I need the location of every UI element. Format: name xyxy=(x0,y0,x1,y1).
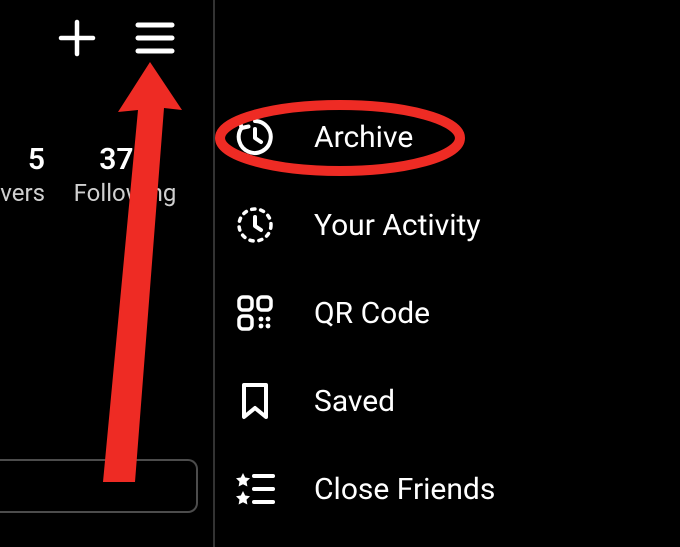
menu-item-saved[interactable]: Saved xyxy=(232,378,495,424)
edit-profile-button[interactable] xyxy=(0,459,198,513)
followers-label: vers xyxy=(0,179,45,207)
menu-item-archive[interactable]: Archive xyxy=(232,114,495,160)
menu-label: QR Code xyxy=(314,296,430,331)
following-stat[interactable]: 374 Following xyxy=(55,142,195,207)
vertical-divider xyxy=(213,0,215,547)
menu-label: Close Friends xyxy=(314,472,495,507)
menu-label: Saved xyxy=(314,384,395,419)
menu-item-activity[interactable]: Your Activity xyxy=(232,202,495,248)
menu-item-qrcode[interactable]: QR Code xyxy=(232,290,495,336)
profile-left-panel: 5 vers 374 Following xyxy=(0,0,213,547)
side-menu: Archive Your Activity QR Code xyxy=(232,114,495,512)
saved-icon xyxy=(232,378,278,424)
followers-count: 5 xyxy=(0,142,45,177)
header-icons xyxy=(57,18,175,58)
profile-stats: 5 vers 374 Following xyxy=(0,142,200,207)
following-count: 374 xyxy=(55,142,195,177)
activity-icon xyxy=(232,202,278,248)
qrcode-icon xyxy=(232,290,278,336)
archive-icon xyxy=(232,114,278,160)
following-label: Following xyxy=(55,179,195,207)
close-friends-icon xyxy=(232,466,278,512)
create-icon[interactable] xyxy=(57,18,97,58)
followers-stat[interactable]: 5 vers xyxy=(0,142,45,207)
menu-label: Archive xyxy=(314,120,413,155)
menu-item-close-friends[interactable]: Close Friends xyxy=(232,466,495,512)
hamburger-menu-icon[interactable] xyxy=(135,21,175,55)
menu-label: Your Activity xyxy=(314,208,481,243)
